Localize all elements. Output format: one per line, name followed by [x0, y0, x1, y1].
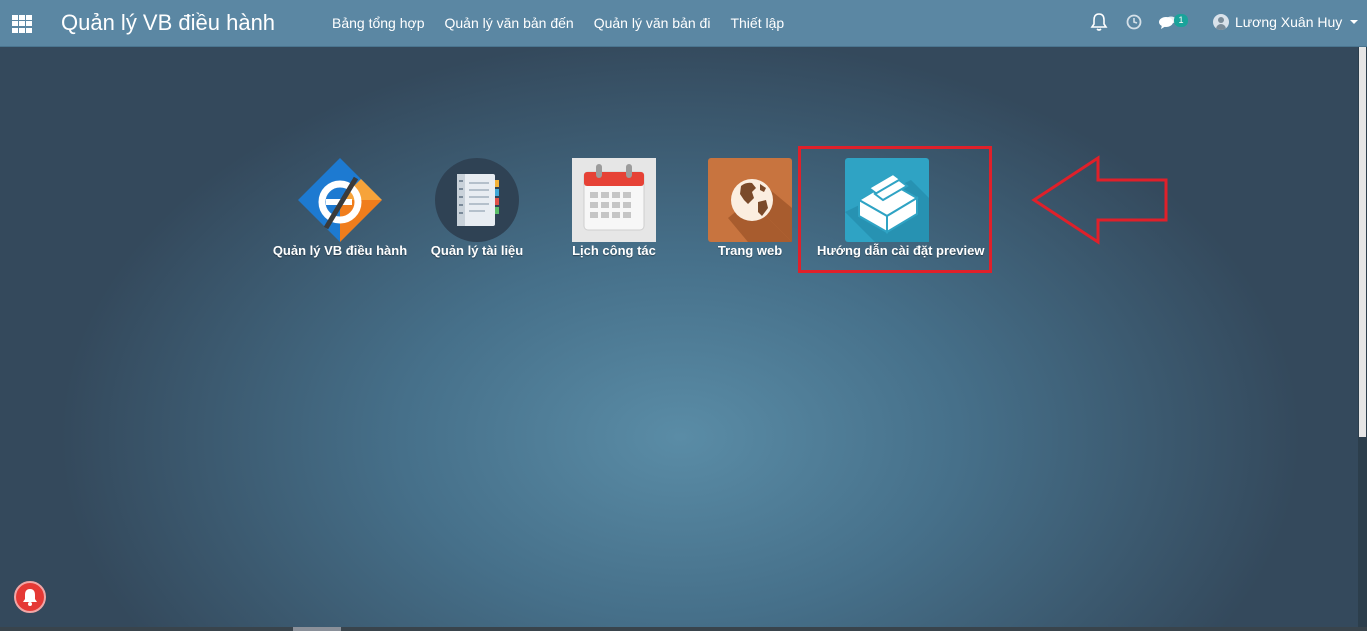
- chat-badge: 1: [1174, 14, 1188, 27]
- highlight-box: [798, 146, 992, 273]
- app-label: Lịch công tác: [572, 243, 656, 258]
- left-arrow-annotation: [1031, 155, 1168, 245]
- top-navbar: Quản lý VB điều hành Bảng tổng hợp Quản …: [0, 0, 1367, 47]
- menu-item-incoming-docs[interactable]: Quản lý văn bản đến: [444, 15, 573, 31]
- app-tile-tai-lieu[interactable]: Quản lý tài liệu: [407, 158, 547, 258]
- notebook-icon: [435, 158, 519, 242]
- main-menu: Bảng tổng hợp Quản lý văn bản đến Quản l…: [332, 15, 804, 31]
- scrollbar[interactable]: [1358, 47, 1367, 627]
- clock-icon[interactable]: [1125, 12, 1143, 37]
- app-tile-lich-cong-tac[interactable]: Lịch công tác: [544, 158, 684, 258]
- app-label: Quản lý tài liệu: [430, 243, 524, 258]
- calendar-icon: [572, 158, 656, 242]
- menu-item-outgoing-docs[interactable]: Quản lý văn bản đi: [594, 15, 711, 31]
- user-menu[interactable]: Lương Xuân Huy: [1213, 14, 1359, 30]
- globe-icon: [708, 158, 792, 242]
- app-tile-vb-dieu-hanh[interactable]: Quản lý VB điều hành: [270, 158, 410, 258]
- home-menu-background: [0, 47, 1367, 627]
- app-title: Quản lý VB điều hành: [61, 10, 276, 35]
- e-office-icon: [298, 158, 382, 242]
- bottom-strip: [0, 627, 1367, 631]
- apps-menu-icon[interactable]: [12, 15, 32, 33]
- bell-icon[interactable]: [1090, 12, 1108, 37]
- bell-icon: [23, 589, 37, 606]
- user-name: Lương Xuân Huy: [1235, 14, 1343, 30]
- menu-item-settings[interactable]: Thiết lập: [730, 15, 784, 31]
- caret-down-icon: [1350, 20, 1359, 24]
- menu-item-dashboard[interactable]: Bảng tổng hợp: [332, 15, 424, 31]
- avatar: [1213, 14, 1229, 30]
- notification-bell-button[interactable]: [14, 581, 46, 613]
- app-label: Quản lý VB điều hành: [272, 243, 408, 258]
